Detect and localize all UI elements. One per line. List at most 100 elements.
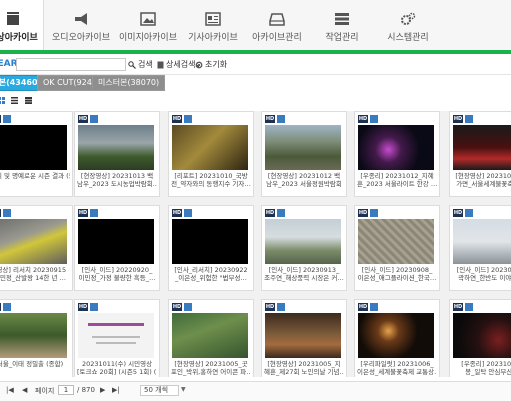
nav-video-archive[interactable]: 영상아카이브 bbox=[0, 0, 44, 50]
search-button[interactable]: 검색 bbox=[128, 59, 153, 70]
caption-line1: [현장영상] 20231013 백 bbox=[80, 172, 154, 180]
nav-archive-management[interactable]: 아카이브관리 bbox=[248, 0, 306, 50]
media-card[interactable]: HD [인사_리서치] 20230922 _이은성_위험한 "법부성… bbox=[168, 205, 254, 291]
card-caption: 서울_이태 정밀출 (종합) bbox=[0, 360, 70, 368]
media-card[interactable]: HD [인사_이드] 20220920_ 이민정_가정 불량한 흑등_… bbox=[74, 205, 160, 291]
last-page-icon[interactable]: ▶| bbox=[112, 386, 120, 394]
video-thumbnail[interactable] bbox=[265, 219, 341, 264]
download-icon[interactable] bbox=[277, 115, 285, 123]
video-thumbnail[interactable] bbox=[172, 313, 248, 358]
caption-line2: 훈_2023 서울라이트 한강 … bbox=[357, 180, 437, 188]
media-card[interactable]: HD [인사_이드] 20230828_곽하연_한반도 이야기 … bbox=[449, 205, 511, 291]
nav-job-management[interactable]: 작업관리 bbox=[316, 0, 368, 50]
media-card[interactable]: HD [우리파일럿] 20231006_ 이은성_세계불꽃축제 교통상… bbox=[354, 299, 440, 377]
per-page-select[interactable]: 50 개씩 bbox=[140, 385, 180, 396]
newspaper-icon bbox=[205, 12, 221, 26]
first-page-icon[interactable]: |◀ bbox=[6, 386, 14, 394]
search-input[interactable] bbox=[16, 58, 126, 71]
hd-badge: HD bbox=[358, 209, 368, 217]
media-card[interactable]: HD [현장영상] 20231012 백 남우_2023 서울정원박람회 bbox=[261, 111, 347, 197]
caption-line2: 포인_박위,홍하연 어이콘 파… bbox=[171, 368, 251, 376]
download-icon[interactable] bbox=[370, 303, 378, 311]
grid-view-icon[interactable] bbox=[0, 97, 5, 104]
video-thumbnail[interactable] bbox=[78, 313, 154, 358]
nav-image-archive[interactable]: 이미지아카이브 bbox=[116, 0, 180, 50]
video-thumbnail[interactable] bbox=[0, 313, 67, 358]
search-button-label: 검색 bbox=[138, 60, 153, 69]
download-icon[interactable] bbox=[184, 209, 192, 217]
media-card[interactable]: HD 20231011(수) 시민영상 [토크쇼 20회] (시즌5 1회) (… bbox=[74, 299, 160, 377]
download-icon[interactable] bbox=[3, 115, 11, 123]
nav-label: 아카이브관리 bbox=[252, 33, 302, 43]
media-card[interactable]: HD [리포트] 20231010_국방 전_약자와의 동행지수 기자… bbox=[168, 111, 254, 197]
caption-line2: 이민정_산발왕 14한 년 … bbox=[0, 274, 67, 282]
caption-line2: 이은성_세계불꽃축제 교통상… bbox=[357, 368, 437, 376]
hd-badge: HD bbox=[0, 209, 1, 217]
media-card[interactable]: HD 종식 및 명예로운 시즌 결과 (종… bbox=[0, 111, 73, 197]
download-icon[interactable] bbox=[465, 303, 473, 311]
video-thumbnail[interactable] bbox=[0, 125, 67, 170]
card-caption: 20231011(수) 시민영상 [토크쇼 20회] (시즌5 1회) (… bbox=[77, 360, 157, 376]
caption-line1: [현장영상] 20231010_백 bbox=[455, 172, 511, 180]
media-card[interactable]: HD [우종리] 20231010_봉_일탁 안심부산… bbox=[449, 299, 511, 377]
media-card[interactable]: HD [우종리] 20231012_지혜 훈_2023 서울라이트 한강 … bbox=[354, 111, 440, 197]
next-page-icon[interactable]: ▶ bbox=[100, 386, 105, 394]
card-caption: [인사_이드] 20230913_ 조주연_해상풍력 시장은 커… bbox=[264, 266, 344, 282]
hd-badge: HD bbox=[172, 115, 182, 123]
page-number-input[interactable]: 1 bbox=[58, 385, 74, 395]
media-card[interactable]: HD [인사_이드] 20230913_ 조주연_해상풍력 시장은 커… bbox=[261, 205, 347, 291]
download-icon[interactable] bbox=[277, 303, 285, 311]
media-card[interactable]: HD [현장영상] 20231013 백 남우_2023 도시농업박람회… bbox=[74, 111, 160, 197]
detail-list-icon[interactable] bbox=[25, 97, 32, 104]
list-view-icon[interactable] bbox=[11, 97, 18, 104]
download-icon[interactable] bbox=[465, 209, 473, 217]
video-thumbnail[interactable] bbox=[265, 313, 341, 358]
media-card[interactable]: HD [현장영상] 20231010_백가면_서울세계불꽃축제 … bbox=[449, 111, 511, 197]
video-thumbnail[interactable] bbox=[358, 219, 434, 264]
media-card[interactable]: HD 서울_이태 정밀출 (종합) bbox=[0, 299, 73, 377]
media-card[interactable]: HD [현장영상] 20231005_지 혜훈_제27회 노인의날 기념… bbox=[261, 299, 347, 377]
hd-badge: HD bbox=[0, 303, 1, 311]
view-toggle-row bbox=[0, 95, 511, 107]
download-icon[interactable] bbox=[90, 209, 98, 217]
download-icon[interactable] bbox=[184, 303, 192, 311]
download-icon[interactable] bbox=[370, 115, 378, 123]
media-card[interactable]: HD [영상] 리서치 20230915이민정_산발왕 14한 년 … bbox=[0, 205, 73, 291]
video-thumbnail[interactable] bbox=[453, 313, 511, 358]
media-card[interactable]: HD [인사_이드] 20230908_ 이은성_애그플라이션_한국… bbox=[354, 205, 440, 291]
nav-label: 영상아카이브 bbox=[0, 33, 38, 43]
media-card[interactable]: HD [현장영상] 20231005_곳 포인_박위,홍하연 어이콘 파… bbox=[168, 299, 254, 377]
download-icon[interactable] bbox=[277, 209, 285, 217]
video-thumbnail[interactable] bbox=[172, 219, 248, 264]
download-icon[interactable] bbox=[3, 209, 11, 217]
nav-audio-archive[interactable]: 오디오아카이브 bbox=[50, 0, 112, 50]
download-icon[interactable] bbox=[3, 303, 11, 311]
hd-badge: HD bbox=[265, 303, 275, 311]
video-thumbnail[interactable] bbox=[172, 125, 248, 170]
video-thumbnail[interactable] bbox=[358, 125, 434, 170]
reset-button[interactable]: 초기화 bbox=[195, 59, 227, 70]
download-icon[interactable] bbox=[184, 115, 192, 123]
download-icon[interactable] bbox=[465, 115, 473, 123]
download-icon[interactable] bbox=[90, 115, 98, 123]
detail-search-button[interactable]: 상세검색 bbox=[157, 59, 195, 70]
tab-master[interactable]: 미스터본(38070) bbox=[92, 75, 166, 91]
megaphone-icon bbox=[75, 13, 87, 25]
prev-page-icon[interactable]: ◀ bbox=[22, 386, 27, 394]
nav-system-management[interactable]: 시스템관리 bbox=[380, 0, 436, 50]
caption-line1: [현장영상] 20231005_지 bbox=[267, 360, 341, 368]
video-thumbnail[interactable] bbox=[265, 125, 341, 170]
video-thumbnail[interactable] bbox=[0, 219, 67, 264]
video-thumbnail[interactable] bbox=[453, 219, 511, 264]
video-thumbnail[interactable] bbox=[78, 219, 154, 264]
download-icon[interactable] bbox=[370, 209, 378, 217]
video-thumbnail[interactable] bbox=[358, 313, 434, 358]
card-caption: [현장영상] 20231012 백 남우_2023 서울정원박람회 bbox=[264, 172, 344, 188]
download-icon[interactable] bbox=[90, 303, 98, 311]
media-grid: HD 종식 및 명예로운 시즌 결과 (종… HD [현장영상] 20231013 백… bbox=[0, 111, 511, 377]
video-thumbnail[interactable] bbox=[78, 125, 154, 170]
video-thumbnail[interactable] bbox=[453, 125, 511, 170]
caption-line2: [토크쇼 20회] (시즌5 1회) (… bbox=[77, 368, 157, 376]
hd-badge: HD bbox=[172, 209, 182, 217]
nav-article-archive[interactable]: 기사아카이브 bbox=[184, 0, 242, 50]
